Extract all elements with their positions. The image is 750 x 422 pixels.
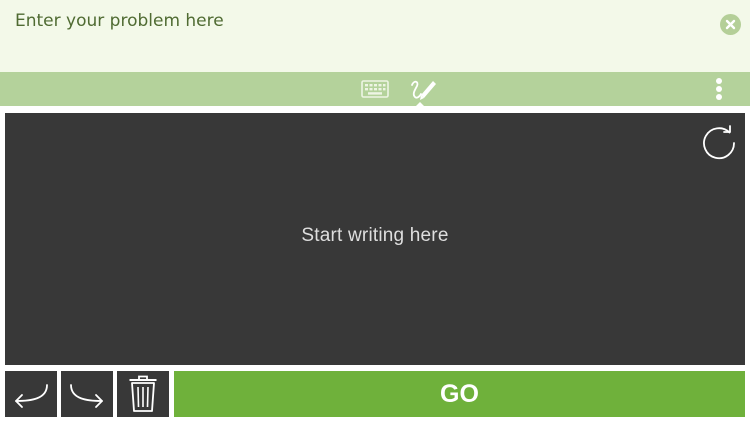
- app-window: Start writing here GO: [0, 0, 750, 422]
- redo-button[interactable]: [61, 371, 113, 417]
- keyboard-mode-button[interactable]: [361, 77, 389, 101]
- clear-canvas-button[interactable]: [699, 123, 739, 163]
- problem-input-area: [0, 0, 750, 72]
- trash-icon: [129, 375, 157, 412]
- keyboard-icon: [361, 80, 389, 98]
- canvas-hint: Start writing here: [301, 225, 449, 246]
- close-icon: [725, 19, 736, 30]
- input-mode-toolbar: [0, 72, 750, 106]
- handwriting-pen-icon: [411, 80, 436, 100]
- active-mode-indicator: [415, 102, 425, 107]
- undo-arrow-icon: [15, 384, 48, 408]
- clear-button[interactable]: [720, 14, 741, 35]
- overflow-menu-button[interactable]: [712, 78, 726, 100]
- undo-button[interactable]: [5, 371, 57, 417]
- writing-canvas[interactable]: Start writing here: [5, 113, 745, 365]
- go-button[interactable]: GO: [174, 371, 745, 417]
- delete-button[interactable]: [117, 371, 169, 417]
- redo-arrow-icon: [70, 384, 103, 408]
- refresh-icon: [703, 125, 735, 160]
- handwriting-mode-button[interactable]: [409, 77, 437, 101]
- problem-input[interactable]: [15, 8, 695, 34]
